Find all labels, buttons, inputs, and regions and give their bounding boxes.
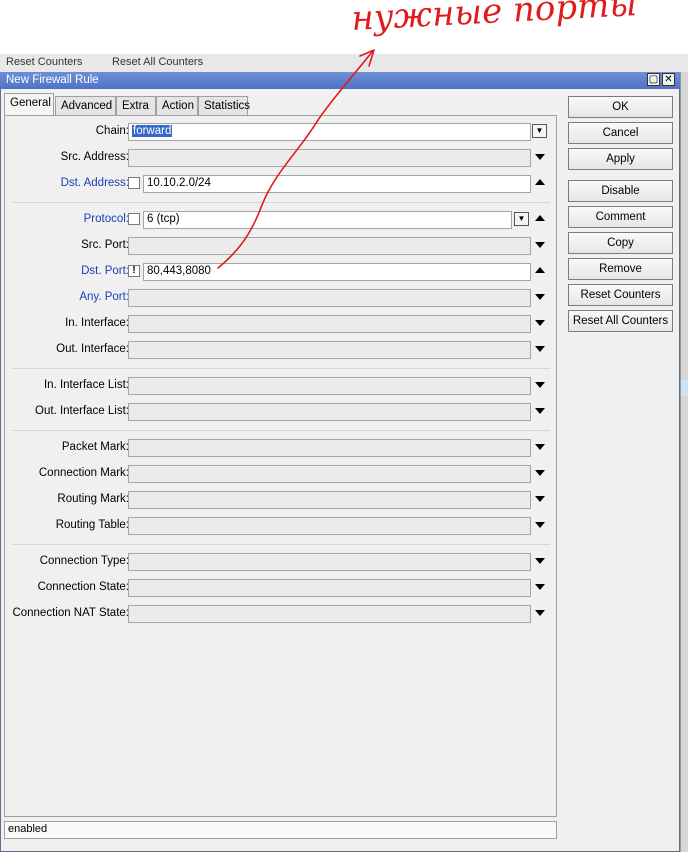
annotation-text: нужные порты <box>350 0 638 39</box>
annotation-arrow-line <box>217 51 373 269</box>
handwritten-annotation: нужные порты <box>217 0 638 269</box>
